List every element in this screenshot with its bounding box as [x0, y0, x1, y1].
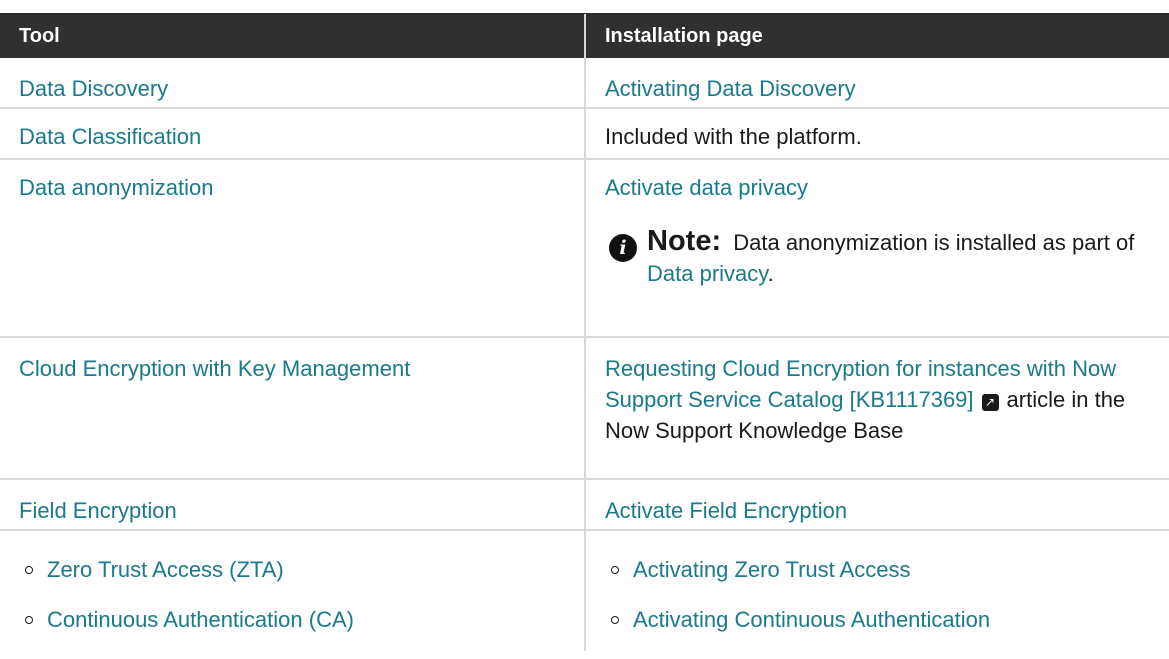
note-box: i Note: Data anonymization is installed …: [605, 226, 1150, 289]
tool-link-field-encryption[interactable]: Field Encryption: [19, 498, 177, 523]
install-cell: Requesting Cloud Encryption for instance…: [586, 338, 1169, 478]
install-cell: Activate data privacy i Note: Data anony…: [586, 160, 1169, 336]
install-link-activate-data-privacy[interactable]: Activate data privacy: [605, 175, 808, 200]
tool-link-cloud-encryption[interactable]: Cloud Encryption with Key Management: [19, 356, 410, 381]
install-link-activating-data-discovery[interactable]: Activating Data Discovery: [605, 76, 856, 101]
install-link-activating-zta[interactable]: Activating Zero Trust Access: [633, 554, 911, 585]
list-item: Continuous Authentication (CA): [19, 604, 565, 635]
info-icon: i: [609, 234, 637, 262]
external-link-icon[interactable]: ↗: [981, 394, 999, 411]
bullet-icon: [25, 565, 33, 574]
header-tool: Tool: [0, 14, 586, 58]
install-cell: Activate Field Encryption: [586, 480, 1169, 529]
tool-cell: Data Discovery: [0, 58, 586, 107]
note-label: Note:: [647, 225, 722, 257]
note-text: Note: Data anonymization is installed as…: [647, 226, 1150, 289]
table-row: Cloud Encryption with Key Management Req…: [0, 338, 1169, 480]
note-body: Data anonymization is installed as part …: [733, 230, 1135, 255]
list-item: Zero Trust Access (ZTA): [19, 554, 565, 585]
table-row: Data Classification Included with the pl…: [0, 109, 1169, 160]
list-item: Activating Continuous Authentication: [605, 604, 1150, 635]
tool-cell: Field Encryption: [0, 480, 586, 529]
tool-link-data-discovery[interactable]: Data Discovery: [19, 76, 168, 101]
tool-cell: Data Classification: [0, 109, 586, 158]
note-period: .: [767, 261, 774, 286]
install-cell: Activating Data Discovery: [586, 58, 1169, 107]
tool-link-ca[interactable]: Continuous Authentication (CA): [47, 604, 354, 635]
install-cell: Included with the platform.: [586, 109, 1169, 158]
bullet-icon: [611, 565, 619, 574]
table-row: Data Discovery Activating Data Discovery: [0, 58, 1169, 109]
install-cell: Activating Zero Trust Access Activating …: [586, 531, 1169, 651]
tool-sublist: Zero Trust Access (ZTA) Continuous Authe…: [19, 554, 565, 635]
bullet-icon: [611, 615, 619, 624]
tools-table: Tool Installation page Data Discovery Ac…: [0, 13, 1169, 651]
note-link-data-privacy[interactable]: Data privacy: [647, 261, 768, 286]
list-item: Activating Zero Trust Access: [605, 554, 1150, 585]
bullet-icon: [25, 615, 33, 624]
tool-link-data-classification[interactable]: Data Classification: [19, 124, 201, 149]
tool-cell: Data anonymization: [0, 160, 586, 336]
tool-cell: Cloud Encryption with Key Management: [0, 338, 586, 478]
tool-cell: Zero Trust Access (ZTA) Continuous Authe…: [0, 531, 586, 651]
table-header: Tool Installation page: [0, 14, 1169, 58]
install-text-included: Included with the platform.: [605, 124, 862, 149]
tool-link-data-anonymization[interactable]: Data anonymization: [19, 175, 213, 200]
table-row: Zero Trust Access (ZTA) Continuous Authe…: [0, 531, 1169, 651]
tool-link-zta[interactable]: Zero Trust Access (ZTA): [47, 554, 284, 585]
install-link-activating-ca[interactable]: Activating Continuous Authentication: [633, 604, 990, 635]
header-installation-page: Installation page: [605, 25, 763, 47]
table-row: Data anonymization Activate data privacy…: [0, 160, 1169, 338]
install-link-activate-field-encryption[interactable]: Activate Field Encryption: [605, 498, 847, 523]
table-row: Field Encryption Activate Field Encrypti…: [0, 480, 1169, 531]
install-sublist: Activating Zero Trust Access Activating …: [605, 554, 1150, 635]
